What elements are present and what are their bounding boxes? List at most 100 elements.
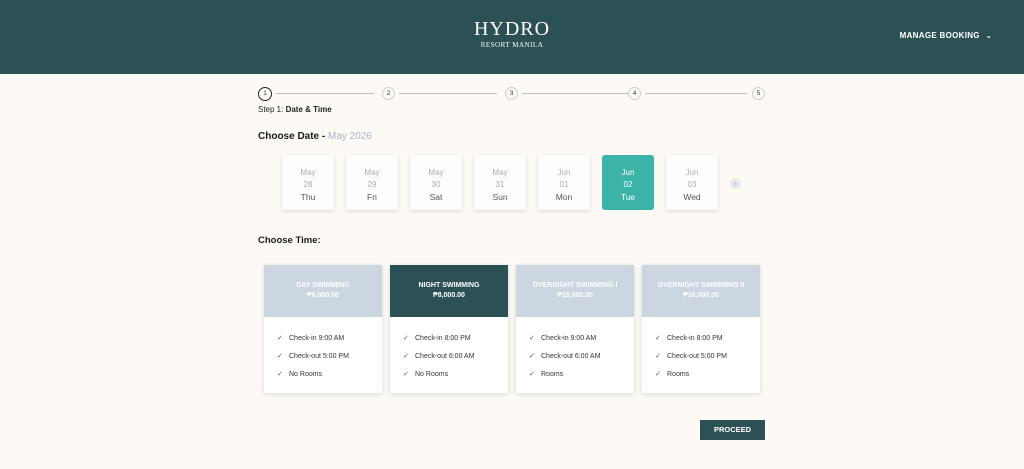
date-card[interactable]: May 30 Sat: [410, 155, 462, 210]
check-icon: ✓: [403, 353, 409, 360]
step-label-prefix: Step 1:: [258, 105, 286, 114]
date-card[interactable]: May 28 Thu: [282, 155, 334, 210]
feature-item: ✓ Check-out 6:00 AM: [403, 348, 508, 366]
feature-text: Check-out 5:00 PM: [667, 353, 727, 360]
time-option-header: OVERNIGHT SWIMMING I ₱16,000.00: [516, 265, 634, 317]
feature-item: ✓ Check-in 9:00 AM: [529, 330, 634, 348]
time-option-name: OVERNIGHT SWIMMING I: [532, 282, 618, 289]
feature-item: ✓ Check-in 8:00 PM: [655, 330, 760, 348]
date-weekday: Sun: [492, 192, 508, 202]
check-icon: ✓: [529, 371, 535, 378]
time-option-header: NIGHT SWIMMING ₱8,000.00: [390, 265, 508, 317]
feature-item: ✓ No Rooms: [277, 366, 382, 384]
date-day: 02: [623, 180, 633, 189]
time-option-name: NIGHT SWIMMING: [418, 282, 480, 289]
check-icon: ✓: [277, 371, 283, 378]
check-icon: ✓: [655, 371, 661, 378]
feature-text: Check-in 9:00 AM: [289, 335, 345, 342]
feature-text: Check-out 6:00 AM: [541, 353, 601, 360]
feature-text: Rooms: [667, 371, 690, 378]
check-icon: ✓: [529, 335, 535, 342]
date-month: Jun: [557, 168, 571, 177]
feature-item: ✓ Rooms: [655, 366, 760, 384]
time-option-features: ✓ Check-in 9:00 AM ✓ Check-out 5:00 PM ✓ No…: [264, 317, 382, 384]
date-day: 29: [367, 180, 377, 189]
date-card[interactable]: May 29 Fri: [346, 155, 398, 210]
stepper-connector: [276, 93, 374, 94]
check-icon: ✓: [655, 335, 661, 342]
check-icon: ✓: [655, 353, 661, 360]
step-5-indicator[interactable]: 5: [752, 87, 765, 100]
manage-booking-label: MANAGE BOOKING: [899, 31, 980, 40]
feature-text: No Rooms: [289, 371, 323, 378]
feature-text: Check-in 9:00 AM: [541, 335, 597, 342]
step-2-indicator[interactable]: 2: [382, 87, 395, 100]
time-option-card[interactable]: OVERNIGHT SWIMMING II ₱16,000.00 ✓ Check-…: [642, 265, 760, 393]
chevron-right-icon[interactable]: ›: [730, 178, 741, 189]
date-weekday: Wed: [683, 192, 701, 202]
time-option-header: OVERNIGHT SWIMMING II ₱16,000.00: [642, 265, 760, 317]
feature-text: No Rooms: [415, 371, 449, 378]
date-month: May: [492, 168, 508, 177]
feature-item: ✓ Check-out 5:00 PM: [277, 348, 382, 366]
time-option-name: OVERNIGHT SWIMMING II: [657, 282, 745, 289]
choose-date-heading: Choose Date - May 2026: [258, 131, 372, 142]
stepper-connector: [399, 93, 497, 94]
time-option-header: DAY SWIMMING ₱6,000.00: [264, 265, 382, 317]
date-card[interactable]: Jun 01 Mon: [538, 155, 590, 210]
manage-booking-menu[interactable]: MANAGE BOOKING ⌄: [900, 31, 992, 40]
date-month: May: [300, 168, 316, 177]
time-option-card[interactable]: DAY SWIMMING ₱6,000.00 ✓ Check-in 9:00 AM…: [264, 265, 382, 393]
step-3-indicator[interactable]: 3: [505, 87, 518, 100]
time-option-features: ✓ Check-in 8:00 PM ✓ Check-out 6:00 AM ✓ No…: [390, 317, 508, 384]
date-weekday: Tue: [620, 192, 636, 202]
step-1-indicator[interactable]: 1: [258, 86, 272, 101]
time-option-features: ✓ Check-in 8:00 PM ✓ Check-out 5:00 PM ✓ Ro…: [642, 317, 760, 384]
time-option-price: ₱16,000.00: [683, 292, 719, 299]
feature-item: ✓ Check-out 6:00 AM: [529, 348, 634, 366]
date-month: May: [364, 168, 380, 177]
date-month: Jun: [621, 168, 635, 177]
feature-text: Check-out 6:00 AM: [415, 353, 475, 360]
feature-item: ✓ Check-in 8:00 PM: [403, 330, 508, 348]
logo-title: HYDRO: [473, 18, 551, 40]
check-icon: ✓: [277, 353, 283, 360]
step-label: Step 1: Date & Time: [258, 105, 332, 114]
date-weekday: Mon: [555, 192, 573, 202]
time-option-card-selected[interactable]: NIGHT SWIMMING ₱8,000.00 ✓ Check-in 8:00 …: [390, 265, 508, 393]
logo-subtitle: RESORT MANILA: [480, 41, 544, 49]
date-card[interactable]: May 31 Sun: [474, 155, 526, 210]
time-option-price: ₱6,000.00: [307, 292, 339, 299]
time-option-card[interactable]: OVERNIGHT SWIMMING I ₱16,000.00 ✓ Check-i…: [516, 265, 634, 393]
date-card-selected[interactable]: Jun 02 Tue: [602, 155, 654, 210]
feature-item: ✓ Rooms: [529, 366, 634, 384]
stepper-connector: [645, 93, 747, 94]
feature-text: Rooms: [541, 371, 564, 378]
step-4-indicator[interactable]: 4: [628, 87, 641, 100]
chevron-down-icon: ⌄: [985, 33, 992, 40]
date-day: 01: [559, 180, 569, 189]
stepper-connector: [522, 93, 630, 94]
date-card[interactable]: Jun 03 Wed: [666, 155, 718, 210]
check-icon: ✓: [277, 335, 283, 342]
feature-item: ✓ Check-out 5:00 PM: [655, 348, 760, 366]
time-option-price: ₱8,000.00: [433, 292, 465, 299]
step-label-name: Date & Time: [285, 105, 332, 114]
feature-item: ✓ Check-in 9:00 AM: [277, 330, 382, 348]
feature-text: Check-in 8:00 PM: [415, 335, 471, 342]
date-weekday: Fri: [367, 192, 377, 202]
choose-time-heading: Choose Time:: [258, 235, 321, 246]
date-day: 03: [687, 180, 697, 189]
feature-item: ✓ No Rooms: [403, 366, 508, 384]
time-option-features: ✓ Check-in 9:00 AM ✓ Check-out 6:00 AM ✓ Ro…: [516, 317, 634, 384]
proceed-button[interactable]: PROCEED: [700, 420, 765, 440]
date-month: Jun: [685, 168, 699, 177]
choose-date-label: Choose Date -: [258, 131, 326, 142]
check-icon: ✓: [403, 371, 409, 378]
hydro-logo[interactable]: HYDRO RESORT MANILA: [0, 18, 1024, 50]
time-option-price: ₱16,000.00: [557, 292, 593, 299]
feature-text: Check-in 8:00 PM: [667, 335, 723, 342]
site-header: HYDRO RESORT MANILA MANAGE BOOKING ⌄: [0, 0, 1024, 74]
booking-stepper: 1 2 3 4 5: [258, 86, 766, 101]
check-icon: ✓: [529, 353, 535, 360]
